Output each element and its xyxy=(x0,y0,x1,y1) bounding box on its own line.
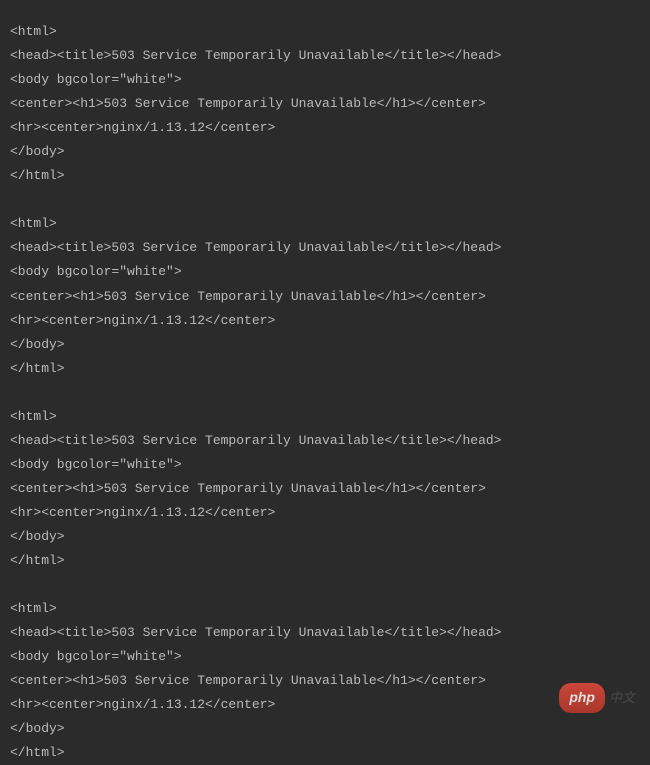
watermark-brand: php xyxy=(559,683,605,713)
code-line: <body bgcolor="white"> xyxy=(10,68,640,92)
code-line: </body> xyxy=(10,717,640,741)
code-line: <center><h1>503 Service Temporarily Unav… xyxy=(10,92,640,116)
code-line: <body bgcolor="white"> xyxy=(10,453,640,477)
code-line: <hr><center>nginx/1.13.12</center> xyxy=(10,501,640,525)
code-line: <head><title>503 Service Temporarily Una… xyxy=(10,429,640,453)
code-line: <head><title>503 Service Temporarily Una… xyxy=(10,236,640,260)
code-line: <html> xyxy=(10,20,640,44)
code-output: <html><head><title>503 Service Temporari… xyxy=(10,20,640,765)
watermark-suffix: 中文 xyxy=(609,686,635,710)
code-line: <hr><center>nginx/1.13.12</center> xyxy=(10,693,640,717)
code-line: </html> xyxy=(10,549,640,573)
code-line: <center><h1>503 Service Temporarily Unav… xyxy=(10,285,640,309)
code-line: <head><title>503 Service Temporarily Una… xyxy=(10,621,640,645)
blank-line xyxy=(10,188,640,212)
code-line: </html> xyxy=(10,741,640,765)
code-line: <center><h1>503 Service Temporarily Unav… xyxy=(10,669,640,693)
code-line: </html> xyxy=(10,164,640,188)
code-line: </body> xyxy=(10,333,640,357)
blank-line xyxy=(10,573,640,597)
code-line: <body bgcolor="white"> xyxy=(10,645,640,669)
code-line: <hr><center>nginx/1.13.12</center> xyxy=(10,116,640,140)
code-line: </body> xyxy=(10,140,640,164)
code-line: <html> xyxy=(10,212,640,236)
code-line: <hr><center>nginx/1.13.12</center> xyxy=(10,309,640,333)
code-line: <body bgcolor="white"> xyxy=(10,260,640,284)
watermark: php 中文 xyxy=(559,683,635,713)
code-line: <html> xyxy=(10,405,640,429)
code-line: <center><h1>503 Service Temporarily Unav… xyxy=(10,477,640,501)
code-line: <head><title>503 Service Temporarily Una… xyxy=(10,44,640,68)
code-line: <html> xyxy=(10,597,640,621)
code-line: </html> xyxy=(10,357,640,381)
blank-line xyxy=(10,381,640,405)
code-line: </body> xyxy=(10,525,640,549)
